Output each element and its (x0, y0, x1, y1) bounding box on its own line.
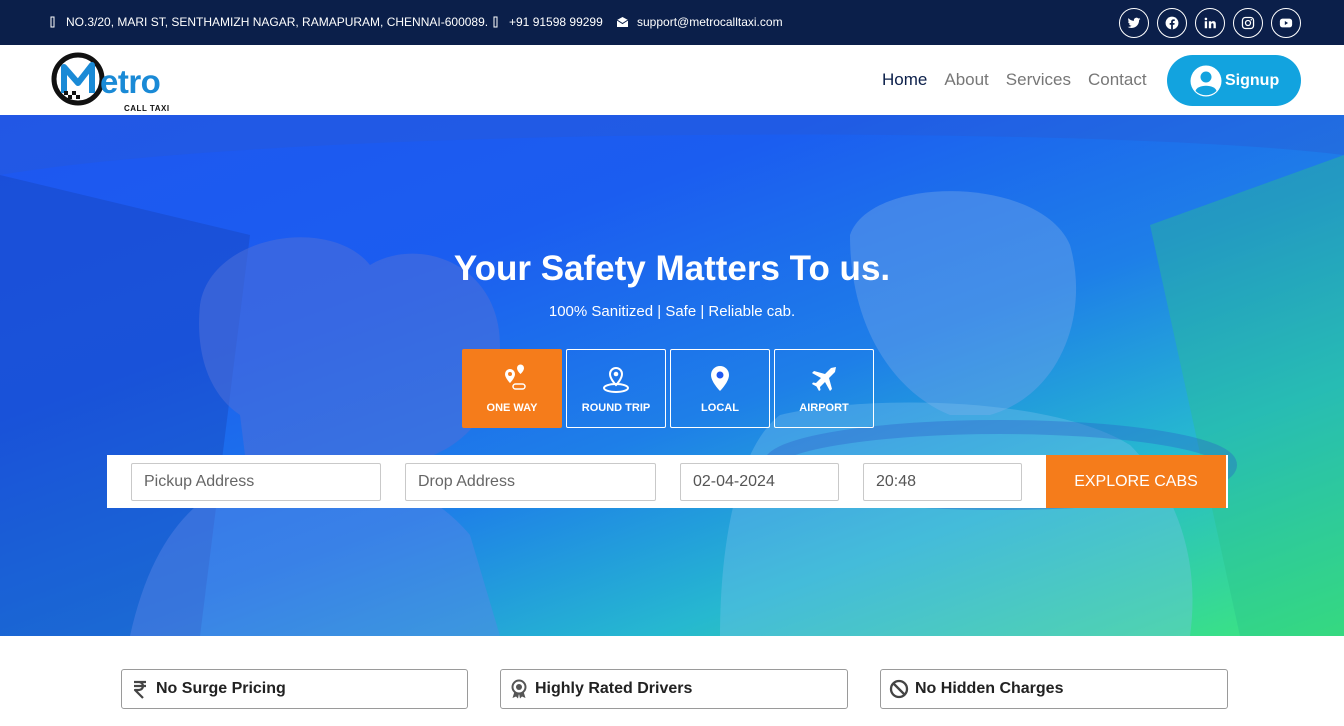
location-pin-icon (711, 365, 729, 391)
tab-airport-label: AIRPORT (799, 401, 849, 414)
location-icon (48, 16, 58, 28)
hero-subtitle: 100% Sanitized | Safe | Reliable cab. (548, 303, 796, 320)
explore-cabs-button[interactable]: EXPLORE CABS (1046, 455, 1226, 508)
tab-local[interactable]: LOCAL (670, 349, 770, 428)
airplane-icon (812, 366, 836, 391)
feature-label: Highly Rated Drivers (535, 680, 693, 697)
rupee-icon (133, 680, 146, 699)
phone-icon (491, 16, 501, 28)
trip-type-tabs: ONE WAY ROUND TRIP LOCAL AIRPORT (462, 349, 874, 428)
social-links (1119, 8, 1301, 38)
logo-subtitle: CALL TAXI (124, 104, 170, 113)
youtube-icon[interactable] (1271, 8, 1301, 38)
twitter-icon[interactable] (1119, 8, 1149, 38)
logo-text: etro (100, 63, 161, 100)
address-info: NO.3/20, MARI ST, SENTHAMIZH NAGAR, RAMA… (48, 15, 488, 29)
main-navbar: etro CALL TAXI Home About Services Conta… (0, 45, 1344, 115)
instagram-icon[interactable] (1233, 8, 1263, 38)
phone-info[interactable]: +91 91598 99299 (491, 15, 603, 29)
hero-title: Your Safety Matters To us. (453, 249, 891, 288)
tab-local-label: LOCAL (701, 401, 739, 414)
nav-home[interactable]: Home (882, 70, 927, 90)
envelope-icon (616, 16, 629, 28)
feature-label: No Hidden Charges (915, 680, 1064, 697)
nav-contact[interactable]: Contact (1088, 70, 1147, 90)
tab-round-trip-label: ROUND TRIP (581, 401, 651, 414)
nav-services[interactable]: Services (1006, 70, 1071, 90)
signup-button[interactable]: Signup (1167, 55, 1301, 106)
feature-no-surge-pricing: No Surge Pricing (121, 669, 468, 709)
tab-one-way[interactable]: ONE WAY (462, 349, 562, 428)
nav-menu: Home About Services Contact (882, 70, 1147, 90)
address-text: NO.3/20, MARI ST, SENTHAMIZH NAGAR, RAMA… (66, 15, 489, 29)
signup-label: Signup (1225, 71, 1280, 89)
date-input[interactable]: 02-04-2024 (680, 463, 839, 501)
feature-label: No Surge Pricing (156, 680, 286, 697)
time-input[interactable]: 20:48 (863, 463, 1022, 501)
award-badge-icon (511, 679, 527, 699)
user-avatar-icon (1190, 65, 1222, 96)
hero-section: Your Safety Matters To us. 100% Sanitize… (0, 115, 1344, 636)
phone-text[interactable]: +91 91598 99299 (509, 15, 603, 29)
email-text[interactable]: support@metrocalltaxi.com (637, 15, 783, 29)
linkedin-icon[interactable] (1195, 8, 1225, 38)
round-trip-icon (603, 366, 629, 393)
feature-no-hidden-charges: No Hidden Charges (880, 669, 1228, 709)
pickup-address-input[interactable]: Pickup Address (131, 463, 381, 501)
booking-form: Pickup Address Drop Address 02-04-2024 2… (107, 455, 1228, 508)
one-way-icon (505, 364, 526, 390)
top-bar: NO.3/20, MARI ST, SENTHAMIZH NAGAR, RAMA… (0, 0, 1344, 45)
feature-highly-rated-drivers: Highly Rated Drivers (500, 669, 848, 709)
facebook-icon[interactable] (1157, 8, 1187, 38)
tab-round-trip[interactable]: ROUND TRIP (566, 349, 666, 428)
nav-about[interactable]: About (944, 70, 988, 90)
tab-one-way-label: ONE WAY (486, 401, 538, 414)
ban-icon (889, 679, 909, 699)
tab-airport[interactable]: AIRPORT (774, 349, 874, 428)
drop-address-input[interactable]: Drop Address (405, 463, 656, 501)
email-info[interactable]: support@metrocalltaxi.com (616, 15, 783, 29)
site-logo[interactable]: etro CALL TAXI (50, 51, 180, 113)
